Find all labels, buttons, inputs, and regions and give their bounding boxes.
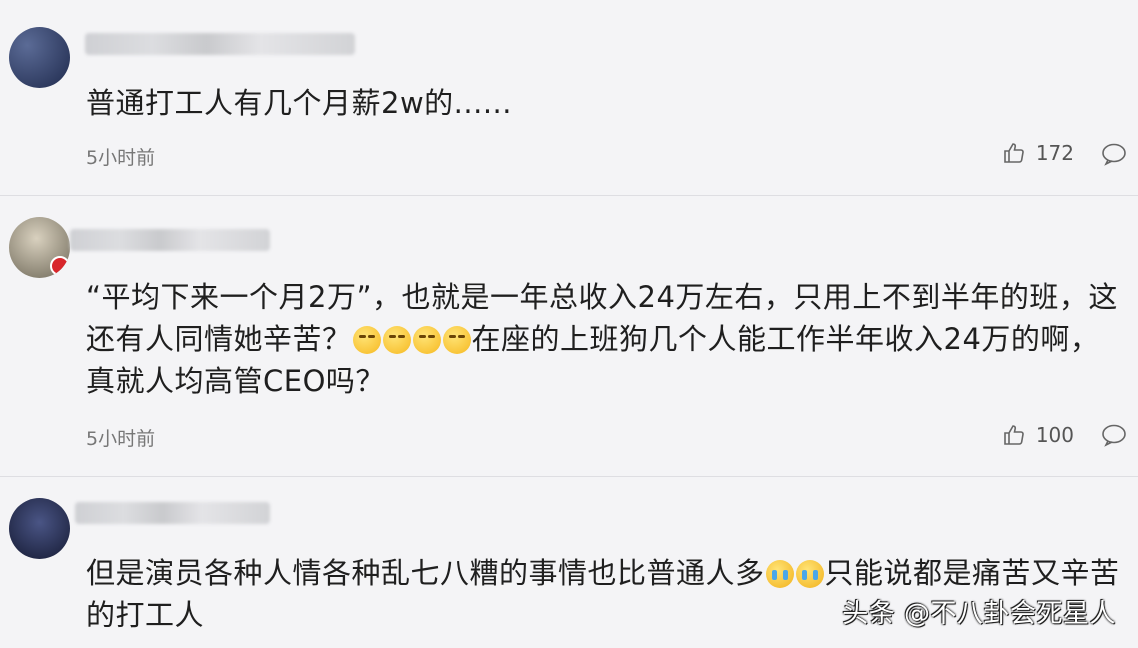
avatar[interactable] [9,217,70,278]
divider [0,476,1138,477]
avatar[interactable] [9,498,70,559]
watermark: 头条 @不八卦会死星人 [842,599,1116,629]
username-blurred[interactable] [70,229,270,251]
comment-text: “平均下来一个月2万”，也就是一年总收入24万左右，只用上不到半年的班，这还有人… [86,276,1126,402]
grinning-face-icon [382,326,411,354]
username-blurred[interactable] [85,33,355,55]
comment-bubble-icon[interactable] [1101,423,1127,447]
thumbs-up-icon [1002,141,1026,165]
grinning-face-icon [352,326,381,354]
comment-text-part: 但是演员各种人情各种乱七八糟的事情也比普通人多 [86,556,765,590]
avatar[interactable] [9,27,70,88]
crying-face-icon [795,560,824,588]
like-count: 172 [1035,141,1074,165]
crying-face-icon [765,560,794,588]
comment-time: 5小时前 [86,428,156,450]
comment-text: 普通打工人有几个月薪2w的...... [86,86,512,120]
username-blurred[interactable] [75,502,270,524]
thumbs-up-icon [1002,423,1026,447]
grinning-face-icon [412,326,441,354]
verified-badge-icon [50,256,70,276]
grinning-face-icon [442,326,471,354]
like-button[interactable]: 172 [1002,141,1074,165]
like-count: 100 [1035,423,1074,447]
like-button[interactable]: 100 [1002,423,1074,447]
comment-time: 5小时前 [86,147,156,169]
comment-bubble-icon[interactable] [1101,142,1127,166]
divider [0,195,1138,196]
